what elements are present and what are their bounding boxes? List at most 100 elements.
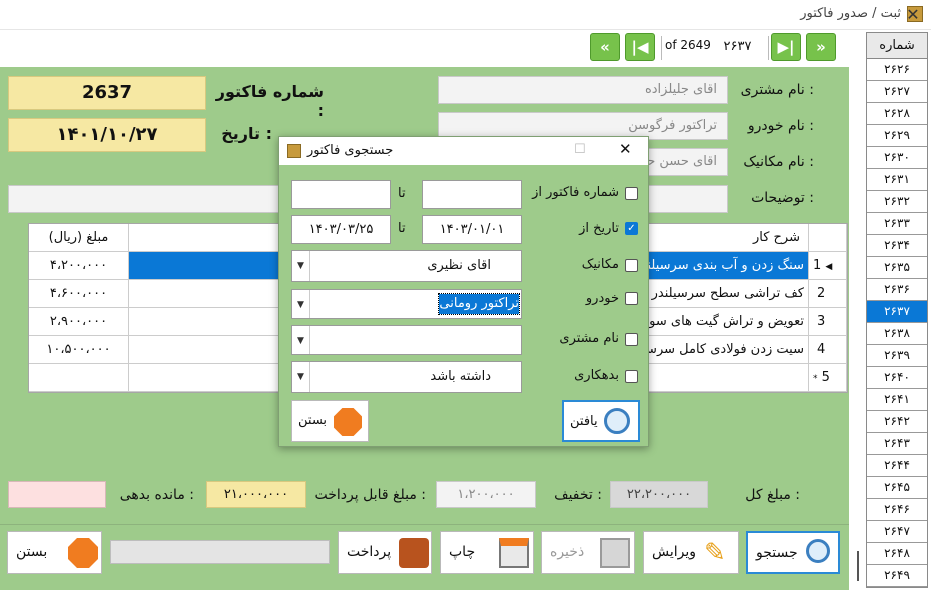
total-label: مبلغ کل : <box>745 487 800 503</box>
chevron-down-icon[interactable]: ▼ <box>292 251 310 281</box>
list-item[interactable]: ۲۶۴۳ <box>867 433 927 455</box>
date-to-input[interactable]: ۱۴۰۳/۰۳/۲۵ <box>291 215 391 244</box>
car-select[interactable]: ▼ تراکتور رومانی <box>291 289 522 319</box>
record-count: of 2649 <box>665 38 711 52</box>
date-field[interactable]: ۱۴۰۱/۱۰/۲۷ <box>8 118 206 152</box>
edit-button[interactable]: ✎ ویرایش <box>643 531 739 574</box>
list-item[interactable]: ۲۶۴۶ <box>867 499 927 521</box>
debt-checkbox[interactable] <box>625 370 638 383</box>
payable-label: مبلغ قابل پرداخت : <box>314 487 427 503</box>
scrollbar-thumb[interactable] <box>857 551 859 581</box>
invoice-from-input[interactable] <box>422 180 522 209</box>
list-item[interactable]: ۲۶۲۷ <box>867 81 927 103</box>
invoice-number-field[interactable]: 2637 <box>8 76 206 110</box>
list-item[interactable]: ۲۶۳۷ <box>867 301 927 323</box>
close-button-label: بستن <box>16 544 48 560</box>
chevron-down-icon[interactable]: ▼ <box>292 290 310 318</box>
search-button[interactable]: جستجو <box>746 531 840 574</box>
list-item[interactable]: ۲۶۳۵ <box>867 257 927 279</box>
mechanic-checkbox[interactable] <box>625 259 638 272</box>
invoice-from-label: شماره فاکتور از <box>532 185 619 200</box>
next-record-icon[interactable]: ▶| <box>771 33 801 61</box>
dialog-close-button[interactable]: بستن <box>291 400 369 442</box>
save-button-label: ذخیره <box>550 544 585 560</box>
row-number-label: 5 <box>821 370 830 385</box>
list-item[interactable]: ۲۶۴۸ <box>867 543 927 565</box>
previous-record-icon[interactable]: |◀ <box>625 33 655 61</box>
find-button[interactable]: یافتن <box>562 400 640 442</box>
to-label: تا <box>398 221 406 236</box>
list-item[interactable]: ۲۶۳۸ <box>867 323 927 345</box>
last-record-icon[interactable]: » <box>806 33 836 61</box>
customer-filter-label: نام مشتری <box>559 331 619 346</box>
payment-button[interactable]: پرداخت <box>338 531 432 574</box>
list-scrollbar[interactable] <box>851 32 865 588</box>
amount-cell[interactable]: ۴،۲۰۰،۰۰۰ <box>29 252 129 280</box>
date-label: تاریخ : <box>221 124 272 143</box>
chevron-down-icon[interactable]: ▼ <box>292 362 310 392</box>
maximize-icon[interactable]: ☐ <box>574 142 586 157</box>
list-item[interactable]: ۲۶۳۲ <box>867 191 927 213</box>
date-from-input[interactable]: ۱۴۰۳/۰۱/۰۱ <box>422 215 522 244</box>
list-item[interactable]: ۲۶۳۹ <box>867 345 927 367</box>
print-button[interactable]: چاپ <box>440 531 534 574</box>
notes-label: توضیحات : <box>751 190 814 206</box>
row-number-label: 1 <box>813 258 822 273</box>
printer-icon <box>499 538 529 568</box>
debt-field[interactable] <box>8 481 106 508</box>
list-item[interactable]: ۲۶۴۷ <box>867 521 927 543</box>
date-range-checkbox[interactable]: ✓ <box>625 222 638 235</box>
amount-cell[interactable]: ۴،۶۰۰،۰۰۰ <box>29 280 129 308</box>
mechanic-label: نام مکانیک : <box>743 154 814 170</box>
stop-icon <box>334 408 362 436</box>
magnifier-icon <box>604 408 630 434</box>
list-item[interactable]: ۲۶۴۱ <box>867 389 927 411</box>
amount-cell[interactable]: ۲،۹۰۰،۰۰۰ <box>29 308 129 336</box>
list-item[interactable]: ۲۶۳۳ <box>867 213 927 235</box>
list-item[interactable]: ۲۶۲۹ <box>867 125 927 147</box>
debt-select[interactable]: ▼ داشته باشد <box>291 361 522 393</box>
list-item[interactable]: ۲۶۲۶ <box>867 59 927 81</box>
list-item[interactable]: ۲۶۴۲ <box>867 411 927 433</box>
customer-select[interactable]: ▼ <box>291 325 522 355</box>
list-item[interactable]: ۲۶۳۱ <box>867 169 927 191</box>
debt-label: مانده بدهی : <box>119 487 194 503</box>
customer-field[interactable]: اقای جلیلزاده <box>438 76 728 104</box>
total-field[interactable]: ۲۲،۲۰۰،۰۰۰ <box>610 481 708 508</box>
invoice-to-input[interactable] <box>291 180 391 209</box>
window-close-icon[interactable]: ✕ <box>900 4 926 26</box>
first-record-icon[interactable]: « <box>590 33 620 61</box>
list-item[interactable]: ۲۶۴۵ <box>867 477 927 499</box>
nav-separator <box>661 36 662 60</box>
current-row-icon: ◀ <box>825 262 833 272</box>
list-item[interactable]: ۲۶۲۸ <box>867 103 927 125</box>
discount-field[interactable]: ۱،۲۰۰،۰۰۰ <box>436 481 536 508</box>
mechanic-select-value: اقای نظیری <box>427 258 491 273</box>
save-button[interactable]: ذخیره <box>541 531 635 574</box>
row-number: 4 <box>809 336 847 364</box>
window-title: ثبت / صدور فاکتور <box>800 6 901 21</box>
list-item[interactable]: ۲۶۳۴ <box>867 235 927 257</box>
debt-select-value: داشته باشد <box>430 369 491 384</box>
close-button[interactable]: بستن <box>7 531 102 574</box>
new-row-icon: * <box>813 374 818 384</box>
dialog-title: جستجوی فاکتور <box>307 143 394 158</box>
car-checkbox[interactable] <box>625 292 638 305</box>
chevron-down-icon[interactable]: ▼ <box>292 326 310 354</box>
mechanic-filter-label: مکانیک <box>581 257 619 272</box>
mechanic-select[interactable]: ▼ اقای نظیری <box>291 250 522 282</box>
list-item[interactable]: ۲۶۴۰ <box>867 367 927 389</box>
payable-field[interactable]: ۲۱،۰۰۰،۰۰۰ <box>206 481 306 508</box>
list-item[interactable]: ۲۶۳۶ <box>867 279 927 301</box>
dialog-close-icon[interactable]: ✕ <box>619 140 632 158</box>
current-record-input[interactable]: ۲۶۳۷ <box>710 36 765 58</box>
invoice-range-checkbox[interactable] <box>625 187 638 200</box>
customer-checkbox[interactable] <box>625 333 638 346</box>
amount-cell[interactable] <box>29 364 129 392</box>
stop-icon <box>68 538 98 568</box>
list-item[interactable]: ۲۶۴۴ <box>867 455 927 477</box>
list-item[interactable]: ۲۶۴۹ <box>867 565 927 587</box>
list-item[interactable]: ۲۶۳۰ <box>867 147 927 169</box>
amount-cell[interactable]: ۱۰،۵۰۰،۰۰۰ <box>29 336 129 364</box>
edit-button-label: ویرایش <box>652 544 697 560</box>
